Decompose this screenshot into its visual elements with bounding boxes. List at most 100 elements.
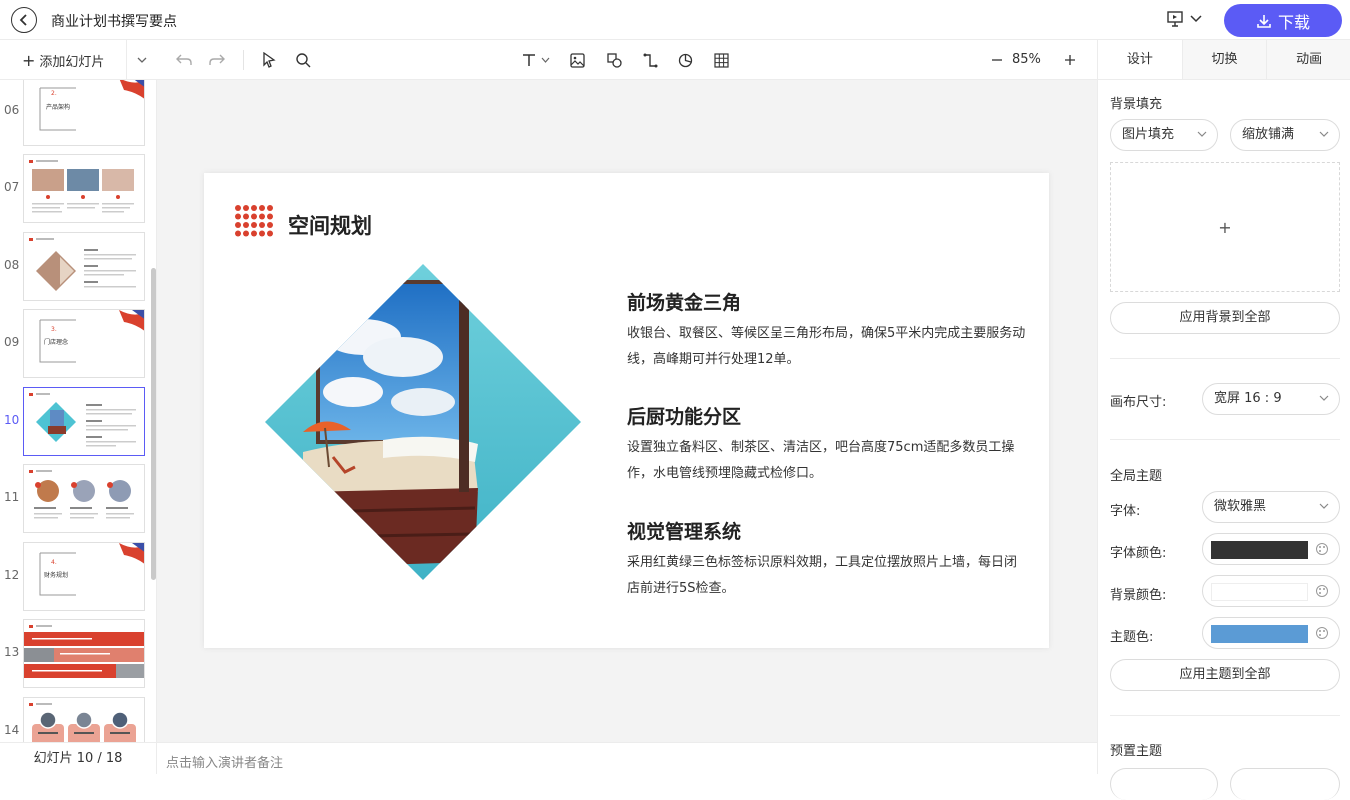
font-label: 字体: [1110, 500, 1140, 519]
thumbnail-preview [23, 154, 145, 223]
font-select[interactable]: 微软雅黑 [1202, 491, 1340, 523]
slide-thumbnail-10[interactable]: 10 [0, 387, 150, 457]
palette-icon [1315, 584, 1329, 598]
thumbnail-preview [23, 232, 145, 301]
chart-tool-button[interactable] [676, 51, 694, 69]
slide-thumbnail-07[interactable]: 07 [0, 154, 150, 224]
current-slide[interactable]: 空间规划 [204, 173, 1049, 648]
preset-theme-option[interactable] [1230, 768, 1340, 800]
slide-number: 08 [4, 258, 20, 272]
chevron-down-icon [1197, 129, 1207, 139]
connector-tool-button[interactable] [641, 51, 659, 69]
slide-number: 11 [4, 490, 20, 504]
dot [243, 222, 249, 228]
thumbnail-preview [23, 464, 145, 533]
theme-color-picker[interactable] [1202, 617, 1340, 649]
fill-mode-select[interactable]: 缩放铺满 [1230, 119, 1340, 151]
top-bar: 商业计划书撰写要点 下载 [0, 0, 1350, 40]
apply-background-all-button[interactable]: 应用背景到全部 [1110, 302, 1340, 334]
banded-slide-art [24, 620, 145, 688]
slide-thumbnail-12[interactable]: 12 4. 财务规划 [0, 542, 150, 612]
divider [1110, 358, 1340, 359]
fill-type-select[interactable]: 图片填充 [1110, 119, 1218, 151]
section-heading: 后厨功能分区 [627, 402, 1027, 429]
thumb-section-title: 门店理念 [44, 337, 68, 346]
slide-thumbnail-13[interactable]: 13 [0, 619, 150, 689]
zoom-in-button[interactable] [1061, 51, 1079, 69]
thumbnail-preview: 3. 门店理念 [23, 309, 145, 378]
content-section-1[interactable]: 前场黄金三角 收银台、取餐区、等候区呈三角形布局，确保5平米内完成主要服务动线，… [627, 288, 1027, 373]
tab-animation[interactable]: 动画 [1266, 40, 1350, 79]
magnifier-icon [295, 52, 311, 68]
tab-transition[interactable]: 切换 [1182, 40, 1267, 79]
add-slide-dropdown[interactable] [126, 40, 156, 80]
connector-icon [643, 53, 658, 68]
chevron-down-icon [1190, 15, 1202, 23]
slide-thumbnail-08[interactable]: 08 [0, 232, 150, 302]
dot [267, 222, 273, 228]
select-tool-button[interactable] [260, 51, 278, 69]
slide-number: 12 [4, 568, 20, 582]
three-circle-slide-art [24, 465, 145, 533]
dot [251, 214, 257, 220]
speaker-notes[interactable]: 点击输入演讲者备注 [157, 742, 1097, 774]
panel-tabs: 设计 切换 动画 [1098, 40, 1350, 80]
content-section-2[interactable]: 后厨功能分区 设置独立备料区、制茶区、清洁区，吧台高度75cm适配多数员工操作，… [627, 402, 1027, 487]
thumbnail-preview [23, 619, 145, 688]
table-tool-button[interactable] [712, 51, 730, 69]
background-image-upload[interactable]: + [1110, 162, 1340, 292]
slide-number: 14 [4, 723, 20, 737]
undo-button[interactable] [175, 51, 193, 69]
diamond-beach-image[interactable] [263, 262, 583, 582]
slide-thumbnail-14[interactable]: 14 [0, 697, 150, 742]
slide-title[interactable]: 空间规划 [288, 210, 372, 240]
tab-design[interactable]: 设计 [1098, 40, 1182, 79]
slide-number: 07 [4, 180, 20, 194]
minus-icon [991, 54, 1003, 66]
slide-counter: 幻灯片 10 / 18 [0, 742, 157, 774]
fill-type-value: 图片填充 [1122, 127, 1174, 142]
dot [267, 205, 273, 211]
canvas-size-select[interactable]: 宽屏 16 : 9 [1202, 383, 1340, 415]
canvas-size-label: 画布尺寸: [1110, 391, 1166, 410]
zoom-level[interactable]: 85% [1012, 52, 1041, 67]
dot [235, 231, 241, 237]
slide-thumbnail-09[interactable]: 09 3. 门店理念 [0, 309, 150, 379]
content-section-3[interactable]: 视觉管理系统 采用红黄绿三色标签标识原料效期，工具定位摆放照片上墙，每日闭店前进… [627, 517, 1027, 602]
download-button[interactable]: 下载 [1224, 4, 1342, 37]
section-heading: 视觉管理系统 [627, 517, 1027, 544]
dot [243, 231, 249, 237]
palette-icon [1315, 626, 1329, 640]
dot [267, 214, 273, 220]
apply-theme-all-button[interactable]: 应用主题到全部 [1110, 659, 1340, 691]
document-title[interactable]: 商业计划书撰写要点 [51, 11, 177, 31]
slide-number: 09 [4, 335, 20, 349]
divider [1110, 439, 1340, 440]
text-tool-button[interactable] [521, 51, 551, 69]
font-color-picker[interactable] [1202, 533, 1340, 565]
section-slide-art [24, 543, 145, 611]
slide-thumbnail-11[interactable]: 11 [0, 464, 150, 534]
thumbnail-preview [23, 697, 145, 742]
add-slide-button[interactable]: + 添加幻灯片 [22, 51, 104, 70]
dot [259, 214, 265, 220]
chevron-down-icon [137, 57, 147, 63]
shape-tool-button[interactable] [605, 51, 623, 69]
redo-button[interactable] [208, 51, 226, 69]
zoom-out-button[interactable] [988, 51, 1006, 69]
thumb-section-number: 4. [51, 559, 57, 566]
thumbnail-scrollbar[interactable] [151, 268, 156, 580]
back-button[interactable] [11, 7, 37, 33]
editor-toolbar: + 添加幻灯片 85% [0, 40, 1097, 80]
slide-thumbnail-06[interactable]: 06 2. 产品架构 [0, 80, 150, 147]
present-button[interactable] [1166, 10, 1202, 28]
image-tool-button[interactable] [568, 51, 586, 69]
thumbnail-preview [23, 387, 145, 456]
section-text: 采用红黄绿三色标签标识原料效期，工具定位摆放照片上墙，每日闭店前进行5S检查。 [627, 550, 1027, 602]
palette-icon [1315, 542, 1329, 556]
section-text: 收银台、取餐区、等候区呈三角形布局，确保5平米内完成主要服务动线，高峰期可并行处… [627, 321, 1027, 373]
preset-theme-option[interactable] [1110, 768, 1218, 800]
zoom-tool-button[interactable] [294, 51, 312, 69]
background-color-picker[interactable] [1202, 575, 1340, 607]
download-icon [1256, 13, 1272, 29]
